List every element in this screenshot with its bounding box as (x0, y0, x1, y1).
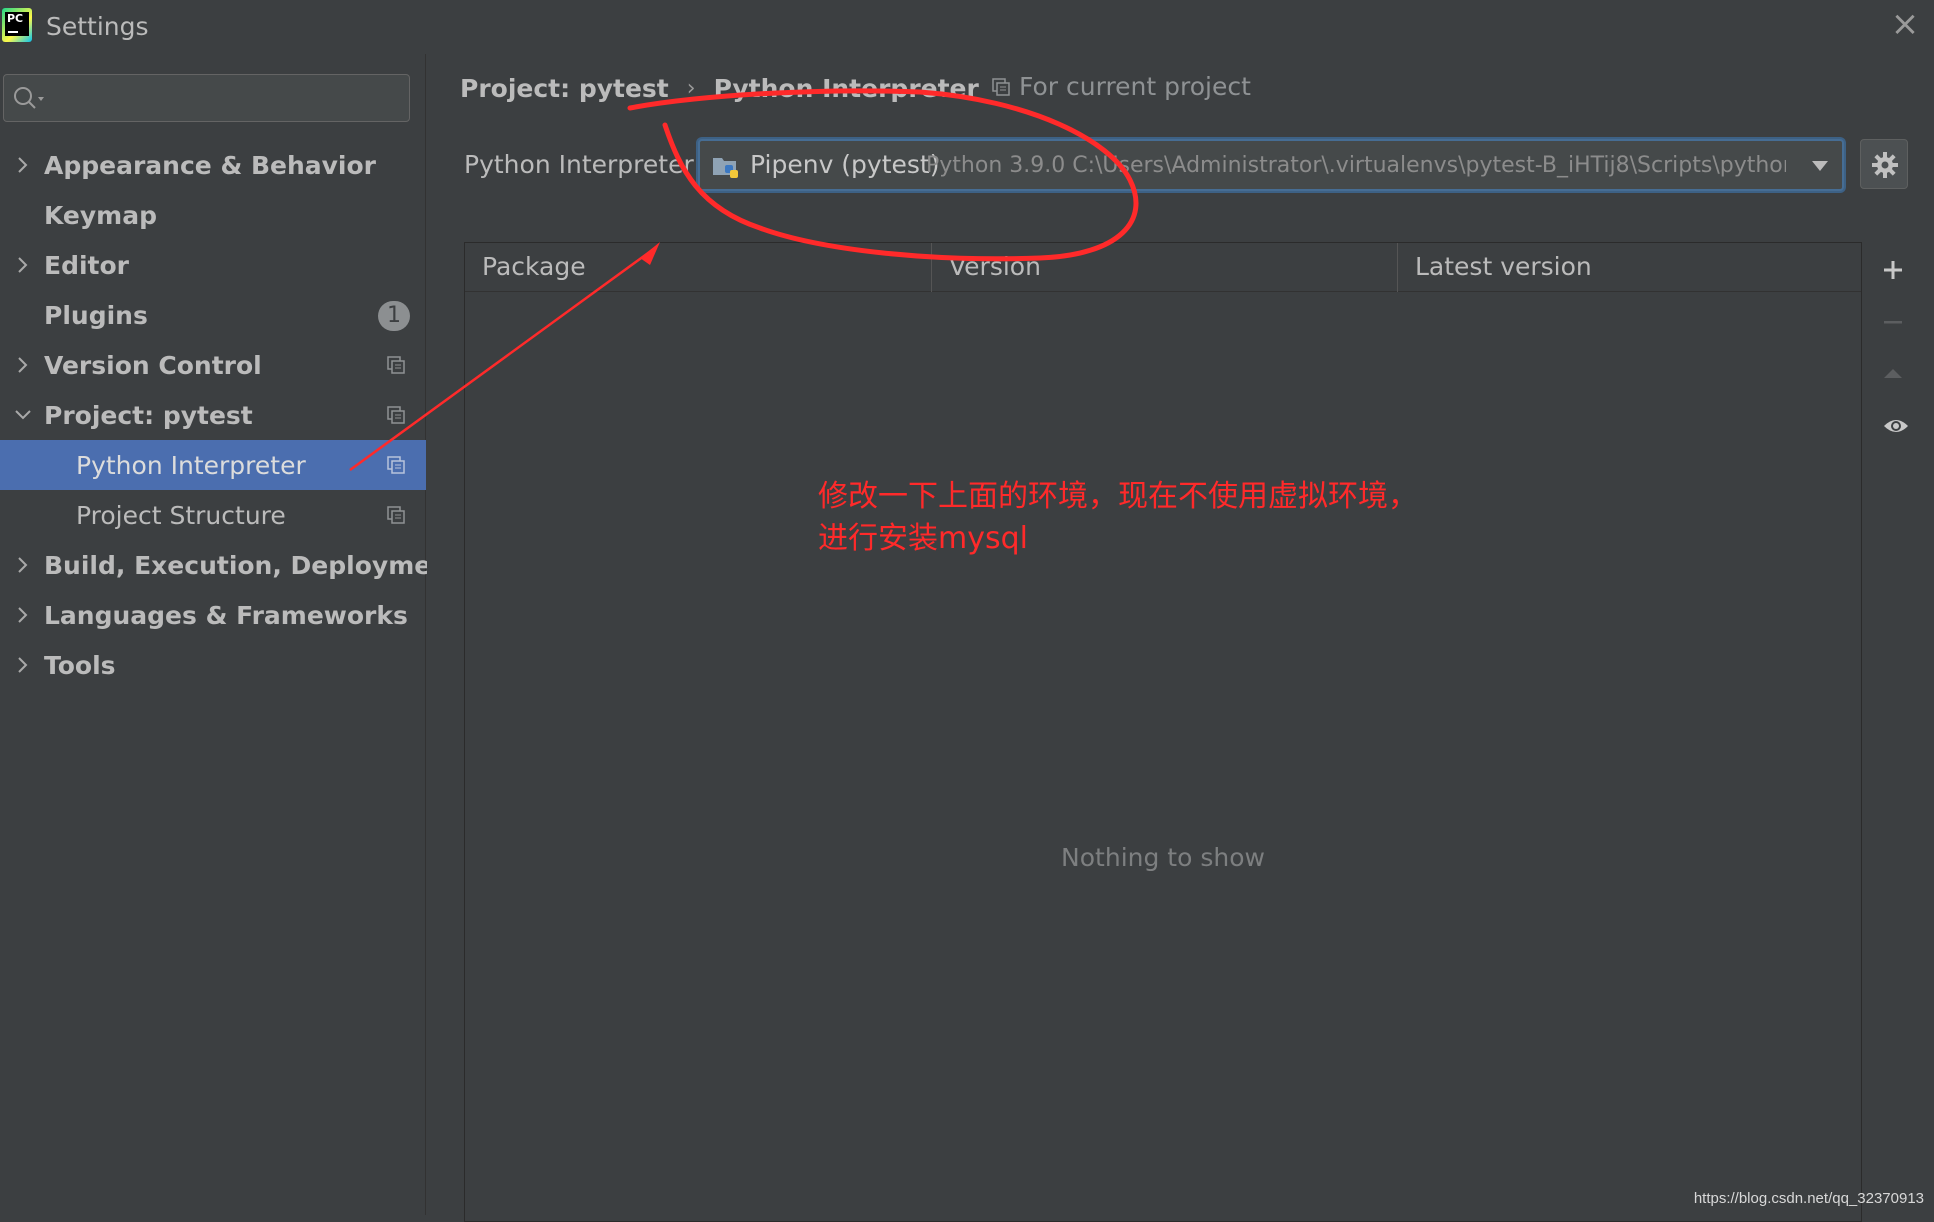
scope-label: For current project (1019, 72, 1251, 101)
sidebar-item-label: Project Structure (76, 501, 286, 530)
chevron-right-icon[interactable] (14, 605, 32, 625)
sidebar-item-label: Tools (44, 651, 116, 680)
minus-icon (1883, 312, 1903, 332)
remove-package-button[interactable] (1872, 302, 1914, 342)
sidebar-item-languages-frameworks[interactable]: Languages & Frameworks (0, 590, 426, 640)
pycharm-logo-icon: PC (2, 8, 32, 42)
watermark: https://blog.csdn.net/qq_32370913 (1694, 1190, 1924, 1207)
chevron-down-icon[interactable] (14, 405, 32, 425)
sidebar-item-appearance-behavior[interactable]: Appearance & Behavior (0, 140, 426, 190)
upgrade-package-button[interactable] (1872, 354, 1914, 394)
breadcrumb-project: Project: pytest (460, 74, 669, 103)
sidebar-item-label: Python Interpreter (76, 451, 306, 480)
annotation-note: 修改一下上面的环境，现在不使用虚拟环境， 进行安装mysql (818, 476, 1518, 560)
sidebar-item-tools[interactable]: Tools (0, 640, 426, 690)
breadcrumb-current: Python Interpreter (714, 74, 979, 103)
add-package-button[interactable] (1872, 250, 1914, 290)
sidebar-item-label: Languages & Frameworks (44, 601, 408, 630)
sidebar-item-build-execution-deployment[interactable]: Build, Execution, Deployment (0, 540, 426, 590)
sidebar-item-keymap[interactable]: Keymap (0, 190, 426, 240)
plus-icon (1883, 260, 1903, 280)
chevron-right-icon[interactable] (14, 255, 32, 275)
sidebar-item-project-structure[interactable]: Project Structure (0, 490, 426, 540)
settings-tree: Appearance & Behavior Keymap Editor Plug… (0, 140, 426, 690)
chevron-right-icon[interactable] (14, 655, 32, 675)
sidebar-item-label: Version Control (44, 351, 262, 380)
show-early-releases-button[interactable] (1872, 406, 1914, 446)
packages-table[interactable]: Package Version Latest version Nothing t… (464, 242, 1862, 1222)
plugins-update-badge: 1 (378, 301, 410, 331)
chevron-right-icon[interactable] (14, 555, 32, 575)
empty-table-message: Nothing to show (465, 843, 1861, 872)
column-header-package[interactable]: Package (465, 243, 931, 292)
table-header: Package Version Latest version (465, 243, 1861, 292)
project-scope-icon (386, 355, 406, 375)
chevron-right-icon[interactable] (14, 155, 32, 175)
interpreter-select[interactable]: Pipenv (pytest) Python 3.9.0 C:\Users\Ad… (698, 139, 1844, 191)
settings-main-panel: Project: pytest › Python Interpreter For… (427, 54, 1934, 1215)
title-bar: PC Settings × (0, 0, 1934, 54)
search-icon (12, 85, 50, 113)
close-button[interactable]: × (1890, 10, 1920, 40)
sidebar-item-label: Project: pytest (44, 401, 253, 430)
project-scope-icon (991, 77, 1011, 97)
column-header-version[interactable]: Version (931, 243, 1397, 292)
sidebar-item-label: Editor (44, 251, 129, 280)
interpreter-settings-button[interactable] (1860, 139, 1908, 189)
scope-indicator: For current project (991, 72, 1251, 101)
sidebar-item-python-interpreter[interactable]: Python Interpreter (0, 440, 426, 490)
sidebar-item-editor[interactable]: Editor (0, 240, 426, 290)
settings-search-box[interactable] (3, 74, 410, 122)
interpreter-name: Pipenv (pytest) (750, 150, 940, 179)
sidebar-item-label: Plugins (44, 301, 148, 330)
chevron-down-icon[interactable] (1812, 161, 1828, 171)
project-scope-icon (386, 505, 406, 525)
search-input[interactable] (54, 81, 404, 115)
triangle-up-icon (1883, 364, 1903, 384)
sidebar-item-version-control[interactable]: Version Control (0, 340, 426, 390)
interpreter-path: Python 3.9.0 C:\Users\Administrator\.vir… (926, 153, 1786, 178)
gear-icon (1872, 152, 1898, 178)
interpreter-label: Python Interpreter: (464, 150, 702, 179)
sidebar-item-label: Build, Execution, Deployment (44, 551, 461, 580)
sidebar-item-label: Keymap (44, 201, 157, 230)
project-scope-icon (386, 455, 406, 475)
sidebar-item-label: Appearance & Behavior (44, 151, 376, 180)
breadcrumb: Project: pytest › Python Interpreter (460, 70, 979, 106)
column-header-latest-version[interactable]: Latest version (1397, 243, 1861, 292)
eye-icon (1883, 416, 1909, 436)
annotation-line-1: 修改一下上面的环境，现在不使用虚拟环境， (818, 476, 1518, 518)
chevron-right-icon[interactable] (14, 355, 32, 375)
project-scope-icon (386, 405, 406, 425)
window-title: Settings (46, 12, 149, 41)
python-folder-icon (712, 153, 742, 181)
annotation-line-2: 进行安装mysql (818, 518, 1518, 560)
breadcrumb-separator: › (687, 76, 696, 101)
settings-sidebar: Appearance & Behavior Keymap Editor Plug… (0, 54, 426, 1215)
sidebar-item-project-pytest[interactable]: Project: pytest (0, 390, 426, 440)
sidebar-item-plugins[interactable]: Plugins 1 (0, 290, 426, 340)
